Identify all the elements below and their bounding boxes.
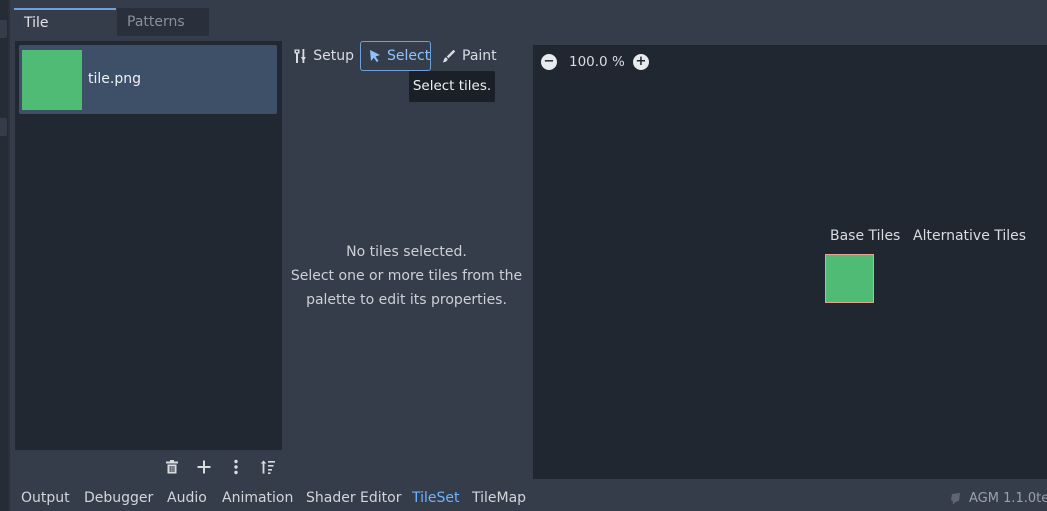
cursor-arrow-icon bbox=[368, 48, 382, 64]
atlas-view[interactable]: − 100.0 % + Base Tiles Alternative Tiles bbox=[533, 45, 1047, 479]
vertical-divider[interactable] bbox=[8, 0, 10, 511]
setup-mode-button[interactable]: Setup bbox=[288, 41, 354, 71]
bottom-tab-tilemap[interactable]: TileMap bbox=[472, 486, 526, 511]
trash-icon[interactable] bbox=[161, 456, 183, 478]
tab-patterns[interactable]: Patterns bbox=[117, 8, 209, 36]
select-tooltip: Select tiles. bbox=[409, 71, 495, 102]
zoom-level[interactable]: 100.0 % bbox=[569, 52, 625, 72]
message-line: palette to edit its properties. bbox=[306, 292, 507, 308]
tile-source-list[interactable]: tile.png bbox=[15, 41, 282, 450]
edge-tab-nub[interactable] bbox=[0, 118, 7, 136]
bottom-tab-shader-editor[interactable]: Shader Editor bbox=[306, 486, 401, 511]
source-list-item[interactable]: tile.png bbox=[19, 45, 277, 114]
atlas-tile[interactable] bbox=[825, 254, 874, 303]
paint-mode-button[interactable]: Paint bbox=[436, 41, 500, 71]
bottom-tab-animation[interactable]: Animation bbox=[222, 486, 293, 511]
select-mode-button[interactable]: Select bbox=[360, 41, 431, 71]
bottom-tab-audio[interactable]: Audio bbox=[167, 486, 207, 511]
tab-tile-sources[interactable]: Tile Sources bbox=[14, 8, 116, 57]
source-thumbnail bbox=[22, 50, 82, 110]
setup-label: Setup bbox=[313, 48, 354, 64]
tools-icon bbox=[293, 48, 308, 64]
zoom-in-icon[interactable]: + bbox=[633, 54, 649, 70]
kebab-menu-icon[interactable] bbox=[225, 456, 247, 478]
bottom-tab-output[interactable]: Output bbox=[21, 486, 70, 511]
no-selection-message: No tiles selected. Select one or more ti… bbox=[286, 240, 527, 312]
paint-label: Paint bbox=[462, 48, 497, 64]
version-label: AGM 1.1.0te bbox=[969, 491, 1047, 506]
bottom-tab-tileset[interactable]: TileSet bbox=[412, 486, 460, 511]
alternative-tiles-label: Alternative Tiles bbox=[913, 228, 1027, 244]
brush-icon bbox=[441, 48, 457, 64]
tileset-editor: Tile Sources Patterns tile.png Setup Sel… bbox=[0, 0, 1047, 511]
notification-bell-icon[interactable] bbox=[948, 492, 962, 506]
base-tiles-label: Base Tiles bbox=[830, 228, 901, 244]
version-indicator: AGM 1.1.0te bbox=[948, 486, 1047, 511]
message-line: Select one or more tiles from the bbox=[290, 268, 523, 284]
zoom-out-icon[interactable]: − bbox=[541, 54, 557, 70]
left-edge-strip bbox=[0, 0, 8, 511]
bottom-panel-bar: Output Debugger Audio Animation Shader E… bbox=[10, 486, 1047, 511]
plus-icon[interactable] bbox=[193, 456, 215, 478]
select-label: Select bbox=[387, 48, 431, 64]
bottom-tab-debugger[interactable]: Debugger bbox=[84, 486, 153, 511]
source-item-label: tile.png bbox=[88, 71, 141, 87]
sort-icon[interactable] bbox=[257, 456, 279, 478]
edge-tab-nub[interactable] bbox=[0, 20, 7, 38]
message-line: No tiles selected. bbox=[346, 244, 467, 260]
